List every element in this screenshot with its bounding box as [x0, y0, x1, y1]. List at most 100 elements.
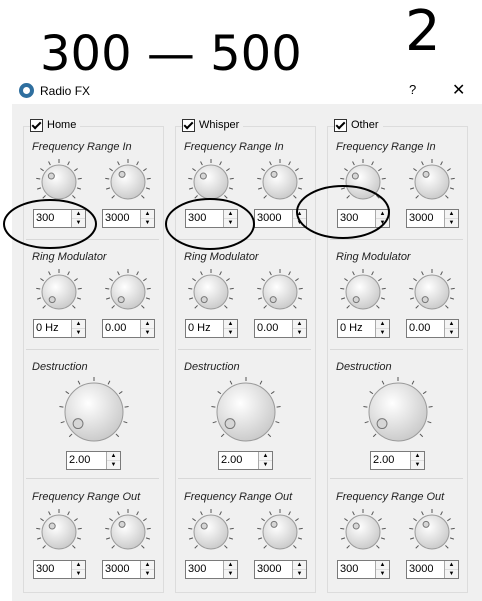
ring-freq-spinbox[interactable]: 0 Hz ▲ ▼ [33, 319, 86, 338]
enable-checkbox[interactable] [182, 118, 195, 132]
spin-down-button[interactable]: ▼ [293, 219, 306, 227]
close-button[interactable]: ✕ [452, 80, 465, 100]
destruction-knob[interactable] [58, 376, 130, 451]
freq-out-low-spinbox[interactable]: 300 ▲ ▼ [33, 560, 86, 579]
ring-mix-spinbox[interactable]: 0.00 ▲ ▼ [254, 319, 307, 338]
spin-up-button[interactable]: ▲ [293, 561, 306, 570]
spin-down-button[interactable]: ▼ [224, 329, 237, 337]
freq-out-low-knob[interactable] [187, 508, 235, 559]
help-button[interactable]: ? [409, 82, 416, 97]
ring-mix-spinbox[interactable]: 0.00 ▲ ▼ [102, 319, 155, 338]
spin-up-button[interactable]: ▲ [141, 210, 154, 219]
freq-in-high-spinbox[interactable]: 3000 ▲ ▼ [254, 209, 307, 228]
spin-up-button[interactable]: ▲ [293, 210, 306, 219]
freq-in-low-spinbox[interactable]: 300 ▲ ▼ [337, 209, 390, 228]
ring-freq-knob[interactable] [339, 268, 387, 319]
spin-down-button[interactable]: ▼ [293, 570, 306, 578]
freq-in-high-knob[interactable] [104, 158, 152, 209]
spin-up-button[interactable]: ▲ [376, 210, 389, 219]
spin-up-button[interactable]: ▲ [224, 320, 237, 329]
spin-down-button[interactable]: ▼ [445, 329, 458, 337]
spin-up-button[interactable]: ▲ [72, 561, 85, 570]
spin-down-button[interactable]: ▼ [141, 570, 154, 578]
spin-up-button[interactable]: ▲ [141, 561, 154, 570]
ring-mix-knob[interactable] [408, 268, 456, 319]
ring-mix-knob[interactable] [104, 268, 152, 319]
spin-down-button[interactable]: ▼ [376, 219, 389, 227]
spin-down-button[interactable]: ▼ [224, 219, 237, 227]
freq-in-low-knob[interactable] [35, 158, 83, 209]
spin-up-button[interactable]: ▲ [293, 320, 306, 329]
freq-out-low-knob[interactable] [339, 508, 387, 559]
freq-in-low-spinbox[interactable]: 300 ▲ ▼ [33, 209, 86, 228]
spin-down-button[interactable]: ▼ [224, 570, 237, 578]
ring-mix-spinbox[interactable]: 0.00 ▲ ▼ [406, 319, 459, 338]
spin-down-button[interactable]: ▼ [141, 219, 154, 227]
divider [178, 239, 311, 240]
freq-out-high-knob[interactable] [256, 508, 304, 559]
freq-out-low-spinbox[interactable]: 300 ▲ ▼ [185, 560, 238, 579]
enable-checkbox[interactable] [30, 118, 43, 132]
freq-out-high-spinbox[interactable]: 3000 ▲ ▼ [254, 560, 307, 579]
freq-in-low-knob[interactable] [187, 158, 235, 209]
spin-up-button[interactable]: ▲ [224, 210, 237, 219]
freq-out-high-knob[interactable] [408, 508, 456, 559]
freq-in-high-knob[interactable] [408, 158, 456, 209]
spin-up-button[interactable]: ▲ [445, 210, 458, 219]
ring-freq-spinbox[interactable]: 0 Hz ▲ ▼ [337, 319, 390, 338]
spin-down-button[interactable]: ▼ [293, 329, 306, 337]
freq-in-high-spinbox[interactable]: 3000 ▲ ▼ [102, 209, 155, 228]
annotation-range: 300 — 500 [40, 26, 302, 80]
spin-up-button[interactable]: ▲ [107, 452, 120, 461]
spin-down-button[interactable]: ▼ [72, 219, 85, 227]
spin-down-button[interactable]: ▼ [411, 461, 424, 469]
group-header[interactable]: Home [30, 117, 81, 133]
freq-out-low-knob[interactable] [35, 508, 83, 559]
spin-down-button[interactable]: ▼ [259, 461, 272, 469]
spin-down-button[interactable]: ▼ [376, 329, 389, 337]
group-name: Other [351, 119, 379, 131]
divider [26, 478, 159, 479]
group-header[interactable]: Whisper [182, 117, 244, 133]
destruction-knob[interactable] [210, 376, 282, 451]
freq-out-high-spinbox[interactable]: 3000 ▲ ▼ [406, 560, 459, 579]
ring-freq-knob[interactable] [35, 268, 83, 319]
ring-freq-knob[interactable] [187, 268, 235, 319]
spin-up-button[interactable]: ▲ [445, 320, 458, 329]
spin-up-button[interactable]: ▲ [224, 561, 237, 570]
freq-in-low-knob[interactable] [339, 158, 387, 209]
freq-in-label: Frequency Range In [184, 141, 284, 153]
freq-in-high-knob[interactable] [256, 158, 304, 209]
spin-down-button[interactable]: ▼ [141, 329, 154, 337]
spin-down-button[interactable]: ▼ [107, 461, 120, 469]
spin-up-button[interactable]: ▲ [376, 320, 389, 329]
spin-down-button[interactable]: ▼ [445, 570, 458, 578]
destruction-spinbox[interactable]: 2.00 ▲ ▼ [370, 451, 425, 470]
freq-in-high-spinbox[interactable]: 3000 ▲ ▼ [406, 209, 459, 228]
spin-down-button[interactable]: ▼ [72, 329, 85, 337]
destruction-spinbox[interactable]: 2.00 ▲ ▼ [66, 451, 121, 470]
enable-checkbox[interactable] [334, 118, 347, 132]
spin-down-button[interactable]: ▼ [376, 570, 389, 578]
spin-up-button[interactable]: ▲ [376, 561, 389, 570]
spin-up-button[interactable]: ▲ [141, 320, 154, 329]
spin-up-button[interactable]: ▲ [259, 452, 272, 461]
spin-up-button[interactable]: ▲ [445, 561, 458, 570]
group-header[interactable]: Other [334, 117, 383, 133]
group-name: Home [47, 119, 77, 131]
spin-up-button[interactable]: ▲ [72, 210, 85, 219]
freq-in-low-spinbox[interactable]: 300 ▲ ▼ [185, 209, 238, 228]
freq-out-low-spinbox[interactable]: 300 ▲ ▼ [337, 560, 390, 579]
spin-up-button[interactable]: ▲ [72, 320, 85, 329]
destruction-spinbox[interactable]: 2.00 ▲ ▼ [218, 451, 273, 470]
spin-up-button[interactable]: ▲ [411, 452, 424, 461]
ring-freq-spinbox[interactable]: 0 Hz ▲ ▼ [185, 319, 238, 338]
freq-out-high-knob[interactable] [104, 508, 152, 559]
divider [178, 478, 311, 479]
destruction-knob[interactable] [362, 376, 434, 451]
spin-down-button[interactable]: ▼ [445, 219, 458, 227]
divider [330, 239, 463, 240]
ring-mix-knob[interactable] [256, 268, 304, 319]
freq-out-high-spinbox[interactable]: 3000 ▲ ▼ [102, 560, 155, 579]
spin-down-button[interactable]: ▼ [72, 570, 85, 578]
